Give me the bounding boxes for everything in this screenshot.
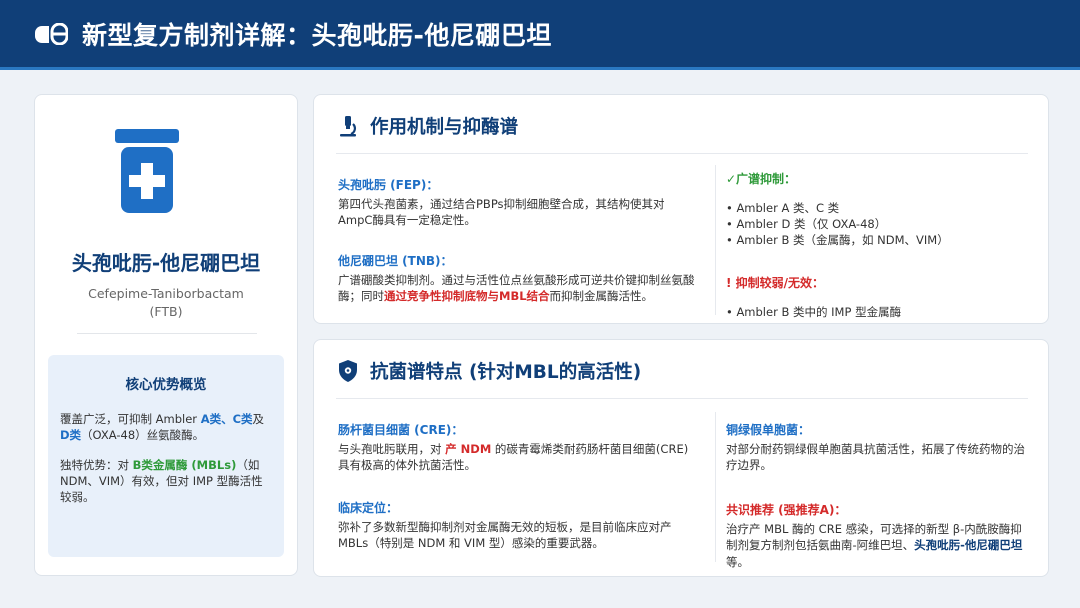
tnb-block: 他尼硼巴坦 (TNB)： 广谱硼酸类抑制剂。通过与活性位点丝氨酸形成可逆共价键抑…	[338, 253, 698, 305]
spectrum-title: 抗菌谱特点 (针对MBL的高活性)	[370, 362, 642, 383]
fep-text: 第四代头孢菌素，通过结合PBPs抑制细胞壁合成，其结构使其对AmpC酶具有一定稳…	[338, 196, 665, 228]
list-item: • Ambler D 类（仅 OXA-48）	[726, 216, 887, 231]
medicine-bottle-icon	[115, 129, 179, 213]
consensus-text: 治疗产 MBL 酶的 CRE 感染，可选择的新型 β-内酰胺酶抑制剂复方制剂包括…	[726, 521, 1023, 569]
list-item: • Ambler A 类、C 类	[726, 200, 840, 215]
drug-english-name: Cefepime-Taniborbactam (FTB)	[88, 286, 244, 319]
section-divider	[336, 398, 1028, 399]
tnb-text: 广谱硼酸类抑制剂。通过与活性位点丝氨酸形成可逆共价键抑制丝氨酸酶；同时通过竞争性…	[338, 272, 695, 304]
drug-summary-card: 头孢吡肟-他尼硼巴坦 Cefepime-Taniborbactam (FTB) …	[34, 94, 298, 576]
consensus-title: 共识推荐 (强推荐A)：	[726, 503, 847, 517]
advantage-title: 核心优势概览	[125, 377, 207, 393]
broad-inhibition-title: ✓广谱抑制：	[726, 172, 797, 186]
weak-inhibition-list: • Ambler B 类中的 IMP 型金属酶	[726, 304, 1026, 320]
mechanism-card: 作用机制与抑酶谱 头孢吡肟 (FEP)： 第四代头孢菌素，通过结合PBPs抑制细…	[313, 94, 1049, 324]
shield-icon	[339, 360, 357, 382]
cre-text: 与头孢吡肟联用，对 产 NDM 的碳青霉烯类耐药肠杆菌目细菌(CRE)具有极高的…	[338, 441, 689, 473]
page-title: 新型复方制剂详解：头孢吡肟-他尼硼巴坦	[82, 20, 552, 50]
pseudomonas-block: 铜绿假单胞菌： 对部分耐药铜绿假单胞菌具抗菌活性，拓展了传统药物的治疗边界。	[726, 422, 1030, 474]
mechanism-title: 作用机制与抑酶谱	[370, 117, 519, 138]
clinical-block: 临床定位： 弥补了多数新型酶抑制剂对金属酶无效的短板，是目前临床应对产 MBLs…	[338, 500, 698, 552]
header-bar: 新型复方制剂详解：头孢吡肟-他尼硼巴坦	[0, 0, 1080, 70]
microscope-icon	[340, 116, 356, 137]
spectrum-card: 抗菌谱特点 (针对MBL的高活性) 肠杆菌目细菌 (CRE)： 与头孢吡肟联用，…	[313, 339, 1049, 577]
drug-name: 头孢吡肟-他尼硼巴坦	[71, 251, 261, 275]
clinical-text: 弥补了多数新型酶抑制剂对金属酶无效的短板，是目前临床应对产 MBLs（特别是 N…	[338, 519, 672, 551]
cre-block: 肠杆菌目细菌 (CRE)： 与头孢吡肟联用，对 产 NDM 的碳青霉烯类耐药肠杆…	[338, 422, 698, 474]
pill-icon	[35, 22, 68, 45]
divider	[77, 333, 257, 334]
broad-inhibition-block: ✓广谱抑制： • Ambler A 类、C 类 • Ambler D 类（仅 O…	[726, 171, 1026, 248]
fep-title: 头孢吡肟 (FEP)：	[338, 178, 439, 192]
weak-inhibition-title: ! 抑制较弱/无效：	[726, 276, 825, 290]
consensus-block: 共识推荐 (强推荐A)： 治疗产 MBL 酶的 CRE 感染，可选择的新型 β-…	[726, 502, 1030, 570]
weak-inhibition-block: ! 抑制较弱/无效： • Ambler B 类中的 IMP 型金属酶	[726, 275, 1026, 320]
mechanism-header: 作用机制与抑酶谱	[336, 113, 518, 139]
tnb-title: 他尼硼巴坦 (TNB)：	[338, 254, 453, 268]
list-item: • Ambler B 类中的 IMP 型金属酶	[726, 304, 902, 319]
clinical-title: 临床定位：	[338, 501, 399, 515]
advantage-box: 核心优势概览 覆盖广泛，可抑制 Ambler A类、C类及D类（OXA-48）丝…	[48, 355, 284, 557]
column-divider	[715, 412, 716, 562]
pseudomonas-text: 对部分耐药铜绿假单胞菌具抗菌活性，拓展了传统药物的治疗边界。	[726, 441, 1025, 473]
broad-inhibition-list: • Ambler A 类、C 类 • Ambler D 类（仅 OXA-48） …	[726, 200, 1026, 248]
list-item: • Ambler B 类（金属酶，如 NDM、VIM）	[726, 232, 949, 247]
column-divider	[715, 165, 716, 315]
cre-title: 肠杆菌目细菌 (CRE)：	[338, 423, 464, 437]
advantage-coverage: 覆盖广泛，可抑制 Ambler A类、C类及D类（OXA-48）丝氨酸酶。	[60, 412, 265, 442]
advantage-unique: 独特优势：对 B类金属酶 (MBLs)（如 NDM、VIM）有效，但对 IMP …	[60, 458, 263, 504]
fep-block: 头孢吡肟 (FEP)： 第四代头孢菌素，通过结合PBPs抑制细胞壁合成，其结构使…	[338, 177, 698, 229]
pseudomonas-title: 铜绿假单胞菌：	[726, 423, 811, 437]
section-divider	[336, 153, 1028, 154]
spectrum-header: 抗菌谱特点 (针对MBL的高活性)	[336, 358, 641, 384]
